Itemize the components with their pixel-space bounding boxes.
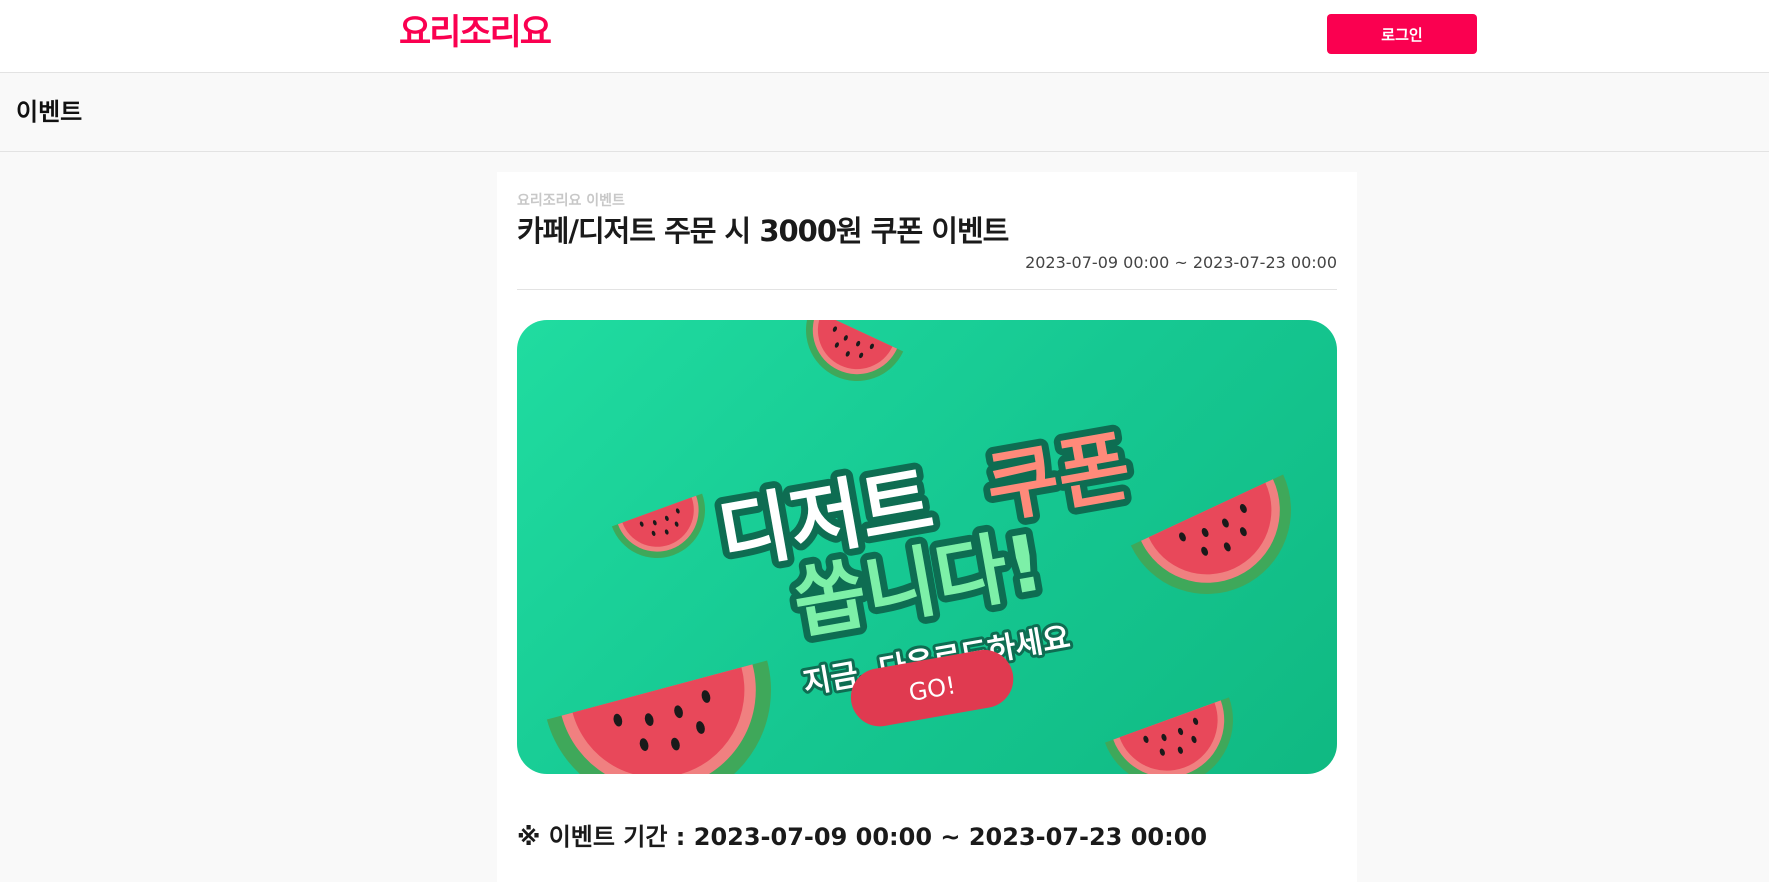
login-button[interactable]: 로그인 <box>1327 14 1477 54</box>
yogiyo-logo[interactable]: 요리조리요 <box>399 12 552 54</box>
page-title: 이벤트 <box>16 98 83 126</box>
event-detail-card: 요리조리요 이벤트 카페/디저트 주문 시 3000원 쿠폰 이벤트 2023-… <box>497 172 1357 882</box>
top-navigation-bar: 요리조리요 로그인 <box>0 0 1769 73</box>
event-banner-image: 디저트 디저트 쿠폰 쿠폰 쏩니다! 쏩니다! 지금, 다운로드하세요 GO! <box>517 320 1337 774</box>
event-period: 2023-07-09 00:00 ~ 2023-07-23 00:00 <box>1025 253 1337 272</box>
event-title: 카페/디저트 주문 시 3000원 쿠폰 이벤트 <box>517 214 1009 248</box>
event-category-label: 요리조리요 이벤트 <box>517 193 625 209</box>
event-period-notice: ※ 이벤트 기간 : 2023-07-09 00:00 ~ 2023-07-23… <box>517 823 1208 851</box>
page-header: 이벤트 <box>0 73 1769 152</box>
divider <box>517 289 1337 290</box>
banner-headline-part2: 쿠폰 <box>980 422 1137 536</box>
